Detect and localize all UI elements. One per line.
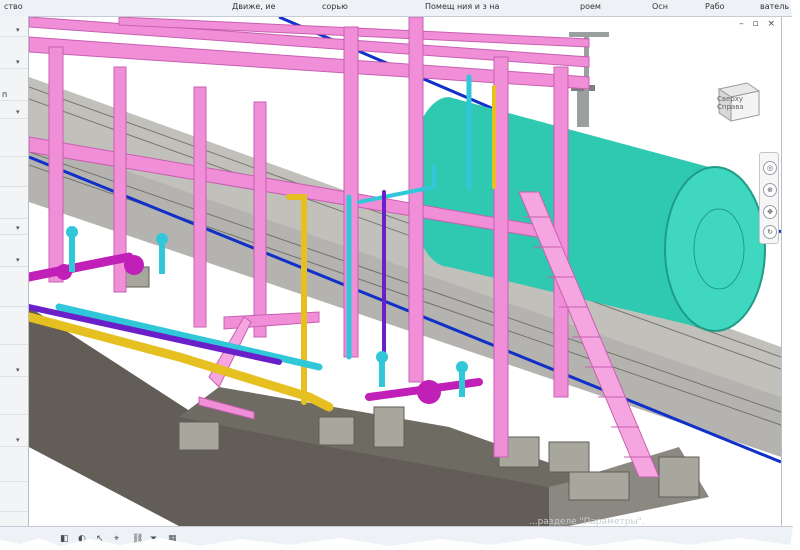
hide-icon[interactable]: ◐ <box>78 534 86 544</box>
app-window: ство Движе, ие сорью Помещ ния и з на ро… <box>0 0 800 550</box>
panel-row-label: п <box>2 90 8 99</box>
ribbon-tab[interactable]: Осн <box>652 2 668 11</box>
panel-row[interactable]: п <box>0 90 28 101</box>
panel-row[interactable] <box>0 208 28 219</box>
link-icon[interactable]: ⛓ <box>132 534 143 544</box>
panel-row[interactable] <box>0 296 28 307</box>
status-hint-text: ...разделе "Параметры". <box>529 517 645 526</box>
orbit-icon[interactable]: ↻ <box>763 225 777 239</box>
navigation-bar[interactable]: ◎ ⊕ ✥ ↻ <box>759 152 779 244</box>
chevron-down-icon[interactable]: ▾ <box>16 26 20 34</box>
viewcube-label: Сверху Справа <box>717 95 744 111</box>
chevron-down-icon[interactable]: ▾ <box>16 58 20 66</box>
cursor-icon[interactable]: ↖ <box>96 534 104 544</box>
ribbon-tab[interactable]: Движе, ие <box>232 2 276 11</box>
panel-row[interactable]: ▾ <box>0 256 28 267</box>
panel-row[interactable]: ▾ <box>0 26 28 37</box>
panel-row[interactable]: ▾ <box>0 224 28 235</box>
filter-icon[interactable]: ⏷ <box>150 534 157 544</box>
panel-row[interactable] <box>0 404 28 415</box>
panel-row[interactable]: ▾ <box>0 366 28 377</box>
viewport-window-controls: – ▫ × <box>733 19 775 29</box>
3d-viewport[interactable]: – ▫ × Сверху Справа ◎ ⊕ ✥ ↻ ...разделе "… <box>29 17 782 526</box>
grid-icon[interactable]: ▦ <box>168 534 177 544</box>
ribbon-tab-strip: ство Движе, ие сорью Помещ ния и з на ро… <box>0 0 800 17</box>
pin-icon[interactable]: ⌖ <box>114 534 119 544</box>
restore-button[interactable]: ▫ <box>752 19 758 29</box>
chevron-down-icon[interactable]: ▾ <box>16 436 20 444</box>
minimize-button[interactable]: – <box>739 19 744 29</box>
ribbon-tab[interactable]: роем <box>580 2 601 11</box>
steering-wheel-icon[interactable]: ◎ <box>763 161 777 175</box>
panel-row[interactable]: ▾ <box>0 108 28 119</box>
model-drawing <box>29 17 781 526</box>
chevron-down-icon[interactable]: ▾ <box>16 108 20 116</box>
chevron-down-icon[interactable]: ▾ <box>16 224 20 232</box>
ribbon-tab[interactable]: ство <box>4 2 23 11</box>
ribbon-tab[interactable]: ватель <box>760 2 789 11</box>
chevron-down-icon[interactable]: ▾ <box>16 366 20 374</box>
panel-row[interactable] <box>0 501 28 512</box>
panel-row[interactable] <box>0 334 28 345</box>
status-bar: ◧ ◐ ↖ ⌖ ⛓ ⏷ ▦ <box>0 526 800 550</box>
ribbon-tab[interactable]: сорью <box>322 2 348 11</box>
ribbon-tab[interactable]: Рабо <box>705 2 725 11</box>
close-button[interactable]: × <box>767 19 775 29</box>
select-icon[interactable]: ◧ <box>60 534 69 544</box>
panel-row[interactable] <box>0 146 28 157</box>
ribbon-tab[interactable]: Помещ ния и з на <box>425 2 499 11</box>
chevron-down-icon[interactable]: ▾ <box>16 256 20 264</box>
properties-panel: ▾ ▾ п ▾ ▾ ▾ ▾ ▾ <box>0 16 29 526</box>
panel-row[interactable] <box>0 471 28 482</box>
panel-row[interactable] <box>0 176 28 187</box>
panel-row[interactable]: ▾ <box>0 58 28 69</box>
zoom-icon[interactable]: ⊕ <box>763 183 777 197</box>
pan-icon[interactable]: ✥ <box>763 205 777 219</box>
viewcube[interactable]: Сверху Справа <box>707 77 767 127</box>
panel-row[interactable]: ▾ <box>0 436 28 447</box>
